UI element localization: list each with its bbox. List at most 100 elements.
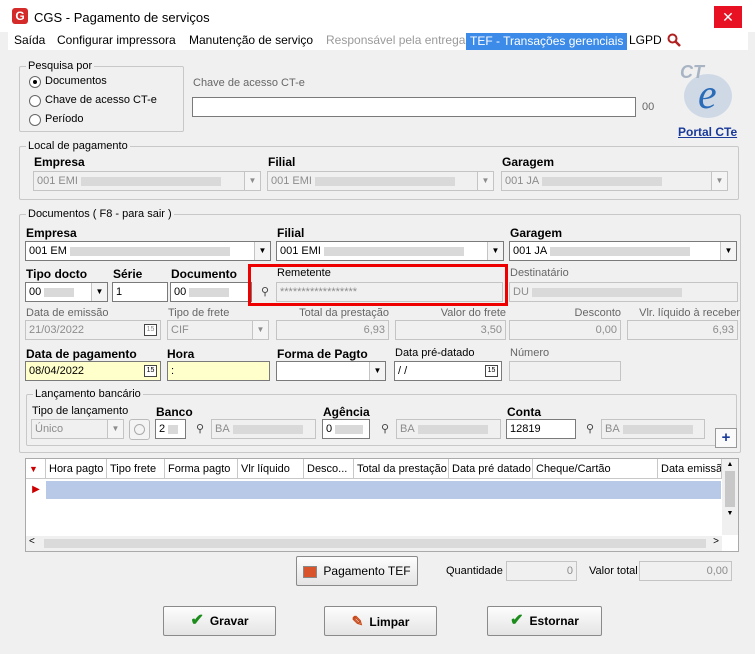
chevron-right-icon[interactable]: > [713,536,719,547]
chevron-down-icon: ▼ [711,172,727,190]
row-pointer-icon: ▶ [26,481,46,499]
radio-documentos[interactable] [29,76,41,88]
check-icon: ✔ [190,612,204,629]
grid-col-tipo-frete[interactable]: Tipo frete [107,459,165,479]
menu-configurar-impressora[interactable]: Configurar impressora [57,33,176,47]
menu-lgpd[interactable]: LGPD [629,33,662,47]
local-empresa-label: Empresa [34,155,85,169]
desconto-field: 0,00 [509,320,621,340]
redacted-text [622,424,693,434]
radio-chave-acesso[interactable] [29,95,41,107]
svg-text:e: e [698,72,717,118]
grid-vscroll[interactable]: ▲ ▼ [722,459,738,535]
grid-col-data-pre-datado[interactable]: Data pré datado [449,459,533,479]
numero-field [509,361,621,381]
serie-input[interactable]: 1 [112,282,168,302]
grid-col-data-emissao[interactable]: Data emissã [658,459,722,479]
docs-filial-select[interactable]: 001 EMI ▼ [276,241,504,261]
local-pagamento-group: Local de pagamento [19,140,739,200]
redacted-text [314,176,455,186]
data-pagamento-input[interactable]: 08/04/2022 15 [25,361,161,381]
agencia-value: 0 [326,423,333,435]
grid-col-cheque-cartao[interactable]: Cheque/Cartão [533,459,658,479]
desconto-label: Desconto [574,307,621,319]
grid-col-total-prestacao[interactable]: Total da prestação [354,459,449,479]
calendar-icon[interactable]: 15 [144,365,157,377]
hora-label: Hora [167,347,195,361]
docs-empresa-select[interactable]: 001 EM ▼ [25,241,271,261]
scroll-track[interactable] [44,539,706,548]
radio-periodo[interactable] [29,114,41,126]
binoculars-icon[interactable]: ⚲ [376,420,394,438]
banco-label: Banco [156,405,193,419]
docs-garagem-label: Garagem [510,226,563,240]
valor-total-field: 0,00 [639,561,732,581]
grid-col-hora-pagto[interactable]: Hora pagto [46,459,107,479]
menu-manutencao-servico[interactable]: Manutenção de serviço [189,33,313,47]
agencia-label: Agência [323,405,370,419]
agencia-input[interactable]: 0 [322,419,370,439]
close-button[interactable]: ✕ [714,6,742,28]
grid-row-selected[interactable] [46,481,721,499]
data-pre-input[interactable]: / / 15 [394,361,502,381]
scroll-thumb[interactable] [725,471,735,507]
estornar-button[interactable]: ✔ Estornar [487,606,602,636]
banco-input[interactable]: 2 [155,419,186,439]
grid-col-vlr-liquido[interactable]: Vlr líquido [238,459,304,479]
redacted-text [531,287,682,297]
grid-col-desconto[interactable]: Desco... [304,459,354,479]
add-button[interactable]: + [715,428,737,448]
valor-total-label: Valor total [589,565,638,577]
chevron-down-icon[interactable]: ▼ [722,510,738,517]
destinatario-field: DU [509,282,738,302]
grid-col-forma-pagto[interactable]: Forma pagto [165,459,238,479]
total-prestacao-field: 6,93 [276,320,389,340]
data-pagamento-label: Data de pagamento [26,347,137,361]
hora-input[interactable]: : [167,361,270,381]
pagamento-tef-button[interactable]: Pagamento TEF [296,556,418,586]
menu-tef-transacoes[interactable]: TEF - Transações gerenciais [466,33,628,50]
local-garagem-select[interactable]: 001 JA ▼ [501,171,728,191]
liquido-field: 6,93 [627,320,738,340]
tipo-docto-select[interactable]: 00 ▼ [25,282,108,302]
calendar-icon[interactable]: 15 [144,324,157,336]
limpar-button[interactable]: ✎ Limpar [324,606,437,636]
tipo-lancamento-select: Único ▼ [31,419,124,439]
forma-pagto-select[interactable]: ▼ [276,361,386,381]
menu-saida[interactable]: Saída [14,33,45,47]
redacted-text [168,424,179,434]
banco-nome-value: BA [215,423,230,435]
calendar-icon[interactable]: 15 [485,365,498,377]
gravar-button[interactable]: ✔ Gravar [163,606,276,636]
binoculars-icon[interactable]: ⚲ [581,420,599,438]
portal-cte-link[interactable]: Portal CTe [678,125,737,139]
docs-empresa-value: 001 EM [29,245,67,257]
grid-hscroll[interactable]: < > [26,536,722,551]
binoculars-icon[interactable]: ⚲ [191,420,209,438]
documento-input[interactable]: 00 [170,282,252,302]
local-empresa-select[interactable]: 001 EMI ▼ [33,171,261,191]
agencia-nome-field: BA [396,419,501,439]
local-garagem-label: Garagem [502,155,555,169]
tipo-lancamento-value: Único [35,423,64,435]
total-prestacao-label: Total da prestação [299,307,389,319]
chevron-down-icon: ▼ [487,242,503,260]
chave-input[interactable] [192,97,636,117]
cte-logo-icon[interactable]: CT e [676,58,736,122]
chevron-up-icon[interactable]: ▲ [722,461,738,468]
grid-sort-icon[interactable]: ▼ [26,459,46,479]
search-icon[interactable] [667,33,681,47]
redacted-text [232,424,303,434]
local-filial-value: 001 EMI [271,175,312,187]
redacted-text [335,424,364,434]
chevron-left-icon[interactable]: < [29,536,35,547]
redacted-text [542,176,663,186]
redacted-text [189,287,230,297]
data-pagamento-value: 08/04/2022 [29,365,85,377]
docs-garagem-select[interactable]: 001 JA ▼ [509,241,737,261]
valor-frete-label: Valor do frete [440,307,506,319]
tipo-frete-select: CIF ▼ [167,320,269,340]
local-filial-select[interactable]: 001 EMI ▼ [267,171,494,191]
conta-input[interactable]: 12819 [506,419,576,439]
gravar-label: Gravar [209,614,249,628]
